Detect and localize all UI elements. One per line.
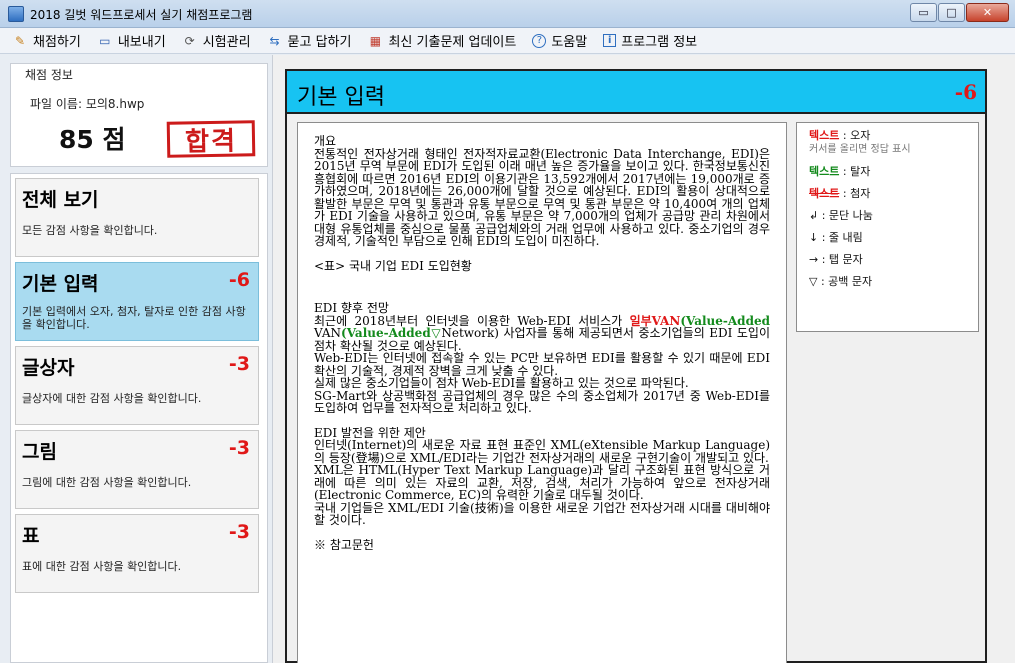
legend-extra: 텍스트 : 첨자	[809, 187, 871, 200]
doc-paragraph: SG-Mart와 상공백화점 공급업체의 경우 많은 수의 중소업체가 2017…	[314, 388, 770, 415]
doc-paragraph: 인터넷(Internet)의 새로운 자료 표현 표준인 XML(eXtensi…	[314, 438, 770, 465]
help-icon: ?	[532, 33, 547, 48]
menu-qna[interactable]: ⇆ 묻고 답하기	[267, 31, 352, 51]
doc-paragraph: 국내 기업들은 XML/EDI 기술(技術)을 이용한 새로운 기업간 전자상거…	[314, 500, 770, 527]
card-desc: 그림에 대한 감점 사항을 확인합니다.	[22, 476, 192, 489]
legend-space: ▽ : 공백 문자	[809, 275, 873, 288]
menu-grade[interactable]: ✎ 채점하기	[12, 31, 81, 51]
info-icon: i	[603, 34, 617, 47]
panel-header: 기본 입력 -6	[287, 71, 985, 114]
doc-paragraph: XML은 HTML(Hyper Text Markup Language)과 달…	[314, 463, 770, 502]
title-bar: 2018 길벗 워드프로세서 실기 채점프로그램 ▭ □ ✕	[0, 0, 1015, 28]
app-icon	[8, 6, 24, 22]
main-panel: 기본 입력 -6 개요 전통적인 전자상거래 형태인 전자적자료교환(Elect…	[272, 55, 1015, 663]
doc-paragraph: Web-EDI는 인터넷에 접속할 수 있는 PC만 보유하면 EDI를 활용할…	[314, 351, 770, 378]
legend-paragraph-break: ↲ : 문단 나눔	[809, 209, 873, 222]
score-info-panel: 채점 정보 파일 이름: 모의8.hwp 85 점 합격	[10, 63, 268, 167]
minimize-button[interactable]: ▭	[910, 3, 937, 22]
menu-export-label: 내보내기	[117, 35, 166, 50]
gift-icon: ▦	[369, 33, 382, 48]
menu-about-label: 프로그램 정보	[621, 35, 698, 50]
card-score: -3	[228, 437, 250, 459]
doc-paragraph-marked: 최근에 2018년부터 인터넷을 이용한 Web-EDI 서비스가 일부VAN(…	[314, 313, 771, 353]
mark-legend: 텍스트 : 오자 커서를 올리면 정답 표시 텍스트 : 탈자 텍스트 : 첨자…	[796, 122, 979, 332]
legend-line-break: ↓ : 줄 내림	[809, 231, 863, 244]
document-view[interactable]: 개요 전통적인 전자상거래 형태인 전자적자료교환(Electronic Dat…	[297, 122, 787, 663]
panel-title: 기본 입력	[297, 85, 385, 110]
card-desc: 기본 입력에서 오자, 첨자, 탈자로 인한 감점 사항을 확인합니다.	[22, 305, 246, 331]
card-desc: 글상자에 대한 감점 사항을 확인합니다.	[22, 392, 202, 405]
window-controls: ▭ □ ✕	[909, 3, 1009, 22]
score-info-legend: 채점 정보	[23, 66, 75, 83]
card-desc: 표에 대한 감점 사항을 확인합니다.	[22, 560, 182, 573]
sidebar: 채점 정보 파일 이름: 모의8.hwp 85 점 합격 전체 보기 모든 감점…	[10, 63, 268, 663]
legend-typo: 텍스트 : 오자 커서를 올리면 정답 표시	[809, 129, 911, 155]
menu-bar: ✎ 채점하기 ▭ 내보내기 ⟳ 시험관리 ⇆ 묻고 답하기 ▦ 최신 기출문제 …	[0, 28, 1015, 54]
pencil-icon: ✎	[14, 33, 26, 48]
category-list: 전체 보기 모든 감점 사항을 확인합니다. 기본 입력 -6 기본 입력에서 …	[10, 173, 268, 663]
card-title: 전체 보기	[22, 189, 99, 211]
menu-exam-manage-label: 시험관리	[202, 35, 251, 50]
total-score: 85 점	[59, 125, 126, 154]
menu-grade-label: 채점하기	[33, 35, 81, 50]
card-title: 그림	[22, 441, 57, 463]
legend-missing: 텍스트 : 탈자	[809, 165, 871, 178]
menu-help-label: 도움말	[551, 35, 588, 50]
card-score: -6	[228, 269, 250, 291]
refresh-icon: ⟳	[184, 33, 195, 48]
legend-tab: → : 탭 문자	[809, 253, 863, 266]
menu-update[interactable]: ▦ 최신 기출문제 업데이트	[367, 31, 517, 51]
card-title: 표	[22, 525, 40, 547]
pass-stamp: 합격	[166, 120, 256, 158]
card-table[interactable]: 표 -3 표에 대한 감점 사항을 확인합니다.	[15, 514, 259, 593]
result-frame: 기본 입력 -6 개요 전통적인 전자상거래 형태인 전자적자료교환(Elect…	[285, 69, 987, 663]
file-name: 파일 이름: 모의8.hwp	[30, 97, 145, 111]
card-picture[interactable]: 그림 -3 그림에 대한 감점 사항을 확인합니다.	[15, 430, 259, 509]
menu-help[interactable]: ? 도움말	[532, 31, 587, 50]
close-button[interactable]: ✕	[966, 3, 1009, 22]
menu-exam-manage[interactable]: ⟳ 시험관리	[182, 31, 251, 51]
card-desc: 모든 감점 사항을 확인합니다.	[22, 224, 158, 237]
window-title: 2018 길벗 워드프로세서 실기 채점프로그램	[30, 8, 253, 22]
card-score: -3	[228, 521, 250, 543]
card-textbox[interactable]: 글상자 -3 글상자에 대한 감점 사항을 확인합니다.	[15, 346, 259, 425]
menu-qna-label: 묻고 답하기	[287, 35, 352, 50]
card-score: -3	[228, 353, 250, 375]
save-icon: ▭	[99, 33, 111, 48]
card-title: 기본 입력	[22, 273, 99, 295]
doc-table-caption: <표> 국내 기업 EDI 도입현황	[314, 258, 472, 273]
card-all[interactable]: 전체 보기 모든 감점 사항을 확인합니다.	[15, 178, 259, 257]
menu-update-label: 최신 기출문제 업데이트	[388, 35, 517, 50]
maximize-button[interactable]: □	[938, 3, 965, 22]
doc-paragraph: 전통적인 전자상거래 형태인 전자적자료교환(Electronic Data I…	[314, 146, 770, 248]
menu-about[interactable]: i 프로그램 정보	[603, 31, 697, 50]
card-basic-input[interactable]: 기본 입력 -6 기본 입력에서 오자, 첨자, 탈자로 인한 감점 사항을 확…	[15, 262, 259, 341]
card-title: 글상자	[22, 357, 75, 379]
doc-heading: 개요	[314, 134, 337, 148]
menu-export[interactable]: ▭ 내보내기	[97, 31, 166, 51]
doc-heading: ※ 참고문헌	[314, 537, 374, 552]
doc-paragraph: 실제 많은 중소기업들이 점차 Web-EDI를 활용하고 있는 것으로 파악된…	[314, 376, 689, 390]
panel-score: -6	[954, 80, 977, 104]
chat-icon: ⇆	[269, 33, 280, 48]
